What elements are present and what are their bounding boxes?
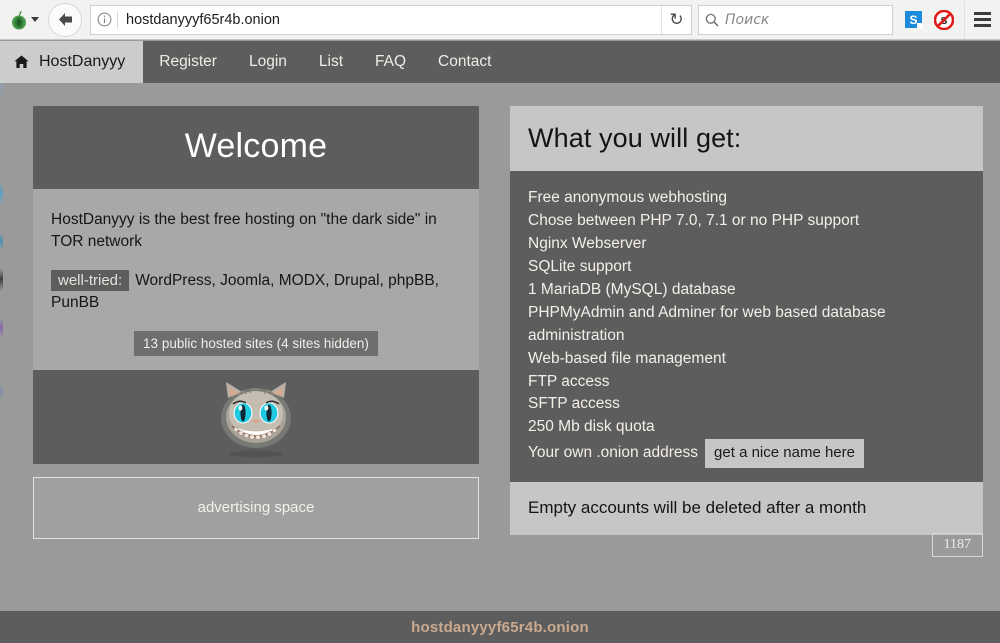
browser-toolbar: hostdanyyyf65r4b.onion ↻ Поиск S S bbox=[0, 0, 1000, 40]
nav-item-login[interactable]: Login bbox=[233, 41, 303, 83]
menu-bar-1 bbox=[974, 12, 991, 15]
welcome-tagline: HostDanyyy is the best free hosting on "… bbox=[51, 209, 461, 253]
list-item: 1 MariaDB (MySQL) database bbox=[528, 279, 983, 302]
footer-domain: hostdanyyyf65r4b.onion bbox=[411, 619, 589, 636]
back-button[interactable] bbox=[48, 3, 82, 37]
search-bar[interactable]: Поиск bbox=[698, 5, 893, 35]
features-footer-note: Empty accounts will be deleted after a m… bbox=[510, 482, 983, 535]
list-item: SFTP access bbox=[528, 393, 983, 416]
onion-address-row: Your own .onion address get a nice name h… bbox=[528, 439, 983, 467]
cat-image-container bbox=[33, 370, 479, 464]
features-panel: What you will get: Free anonymous webhos… bbox=[510, 106, 983, 535]
page-footer: hostdanyyyf65r4b.onion bbox=[0, 611, 1000, 643]
status-badge[interactable]: 13 public hosted sites (4 sites hidden) bbox=[134, 331, 378, 356]
list-item: SQLite support bbox=[528, 256, 983, 279]
features-list: Free anonymous webhosting Chose between … bbox=[510, 171, 983, 482]
extension-icons: S S bbox=[905, 10, 954, 30]
list-item: PHPMyAdmin and Adminer for web based dat… bbox=[528, 302, 983, 348]
info-circle-icon[interactable] bbox=[91, 6, 117, 34]
visitor-counter: 1187 bbox=[932, 533, 983, 557]
back-arrow-icon bbox=[57, 12, 74, 27]
search-icon bbox=[699, 13, 725, 27]
welcome-body: HostDanyyy is the best free hosting on "… bbox=[33, 189, 479, 370]
list-item: Nginx Webserver bbox=[528, 233, 983, 256]
reload-button[interactable]: ↻ bbox=[661, 6, 691, 34]
url-text[interactable]: hostdanyyyf65r4b.onion bbox=[118, 12, 661, 28]
list-item: Free anonymous webhosting bbox=[528, 187, 983, 210]
noscript-icon[interactable]: S bbox=[934, 10, 954, 30]
list-item: 250 Mb disk quota bbox=[528, 416, 983, 439]
sidebar-item-brand[interactable]: HostDanyyy bbox=[0, 41, 143, 83]
home-icon bbox=[14, 55, 29, 69]
hamburger-menu-icon[interactable] bbox=[964, 1, 1000, 39]
sites-badge-row: 13 public hosted sites (4 sites hidden) bbox=[51, 331, 461, 356]
list-item: Web-based file management bbox=[528, 348, 983, 371]
tor-onion-button[interactable] bbox=[0, 1, 44, 39]
cheshire-cat-image bbox=[198, 376, 314, 460]
features-title: What you will get: bbox=[510, 106, 983, 171]
search-input[interactable]: Поиск bbox=[725, 12, 769, 28]
address-bar[interactable]: hostdanyyyf65r4b.onion ↻ bbox=[90, 5, 692, 35]
site-navbar: HostDanyyy Register Login List FAQ Conta… bbox=[0, 41, 1000, 83]
welcome-panel: Welcome HostDanyyy is the best free host… bbox=[33, 106, 479, 539]
nav-item-register[interactable]: Register bbox=[143, 41, 233, 83]
welcome-title: Welcome bbox=[33, 106, 479, 189]
list-item: FTP access bbox=[528, 371, 983, 394]
advertising-space[interactable]: advertising space bbox=[33, 477, 479, 539]
chevron-down-icon bbox=[31, 17, 39, 22]
get-nice-name-button[interactable]: get a nice name here bbox=[705, 439, 864, 467]
menu-bar-3 bbox=[974, 24, 991, 27]
tech-row: well-tried:WordPress, Joomla, MODX, Drup… bbox=[51, 270, 461, 314]
nav-item-contact[interactable]: Contact bbox=[422, 41, 507, 83]
onion-address-label: Your own .onion address bbox=[528, 444, 698, 461]
nav-item-faq[interactable]: FAQ bbox=[359, 41, 422, 83]
onion-icon bbox=[10, 10, 28, 30]
https-everywhere-icon[interactable]: S bbox=[905, 11, 922, 28]
list-item: Chose between PHP 7.0, 7.1 or no PHP sup… bbox=[528, 210, 983, 233]
left-edge-artifact bbox=[0, 83, 3, 513]
menu-bar-2 bbox=[974, 18, 991, 21]
page-content: Welcome HostDanyyy is the best free host… bbox=[0, 83, 1000, 611]
well-tried-label: well-tried: bbox=[51, 270, 129, 291]
brand-label: HostDanyyy bbox=[39, 53, 125, 71]
nav-item-list[interactable]: List bbox=[303, 41, 359, 83]
